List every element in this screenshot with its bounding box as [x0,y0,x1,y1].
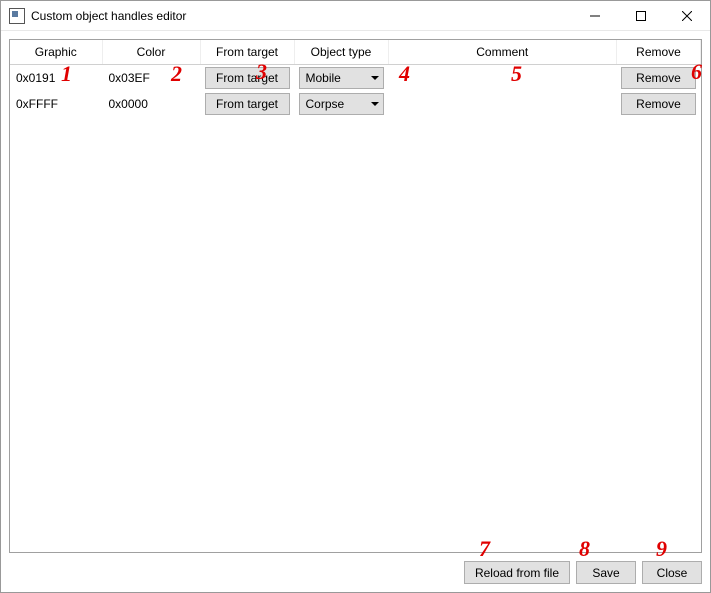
object-type-cell: Mobile [294,64,388,91]
header-row: Graphic Color From target Object type Co… [10,40,701,64]
chevron-down-icon [371,102,379,106]
data-grid[interactable]: Graphic Color From target Object type Co… [9,39,702,553]
remove-cell: Remove [617,64,701,91]
handles-table: Graphic Color From target Object type Co… [10,40,701,117]
color-cell[interactable]: 0x0000 [102,91,200,117]
close-window-button[interactable] [664,1,710,31]
maximize-button[interactable] [618,1,664,31]
comment-cell[interactable] [388,91,617,117]
col-header-color[interactable]: Color [102,40,200,64]
comment-cell[interactable] [388,64,617,91]
footer-buttons: Reload from file Save Close [9,553,702,584]
object-type-value: Mobile [306,71,341,85]
window-title: Custom object handles editor [31,9,572,23]
remove-button[interactable]: Remove [621,67,696,89]
col-header-from-target[interactable]: From target [200,40,294,64]
object-type-select[interactable]: Corpse [299,93,384,115]
remove-button[interactable]: Remove [621,93,696,115]
object-type-value: Corpse [306,97,345,111]
col-header-remove[interactable]: Remove [617,40,701,64]
graphic-cell[interactable]: 0x0191 [10,64,102,91]
minimize-button[interactable] [572,1,618,31]
graphic-cell[interactable]: 0xFFFF [10,91,102,117]
from-target-cell: From target [200,64,294,91]
col-header-comment[interactable]: Comment [388,40,617,64]
close-button[interactable]: Close [642,561,702,584]
titlebar: Custom object handles editor [1,1,710,31]
window-controls [572,1,710,31]
content-area: Graphic Color From target Object type Co… [1,31,710,592]
col-header-graphic[interactable]: Graphic [10,40,102,64]
reload-button[interactable]: Reload from file [464,561,570,584]
app-icon [9,8,25,24]
from-target-button[interactable]: From target [205,93,290,115]
save-button[interactable]: Save [576,561,636,584]
object-type-cell: Corpse [294,91,388,117]
color-cell[interactable]: 0x03EF [102,64,200,91]
object-type-select[interactable]: Mobile [299,67,384,89]
col-header-object-type[interactable]: Object type [294,40,388,64]
chevron-down-icon [371,76,379,80]
table-row: 0xFFFF 0x0000 From target Corpse Remove [10,91,701,117]
from-target-button[interactable]: From target [205,67,290,89]
from-target-cell: From target [200,91,294,117]
remove-cell: Remove [617,91,701,117]
table-row: 0x0191 0x03EF From target Mobile Remove [10,64,701,91]
